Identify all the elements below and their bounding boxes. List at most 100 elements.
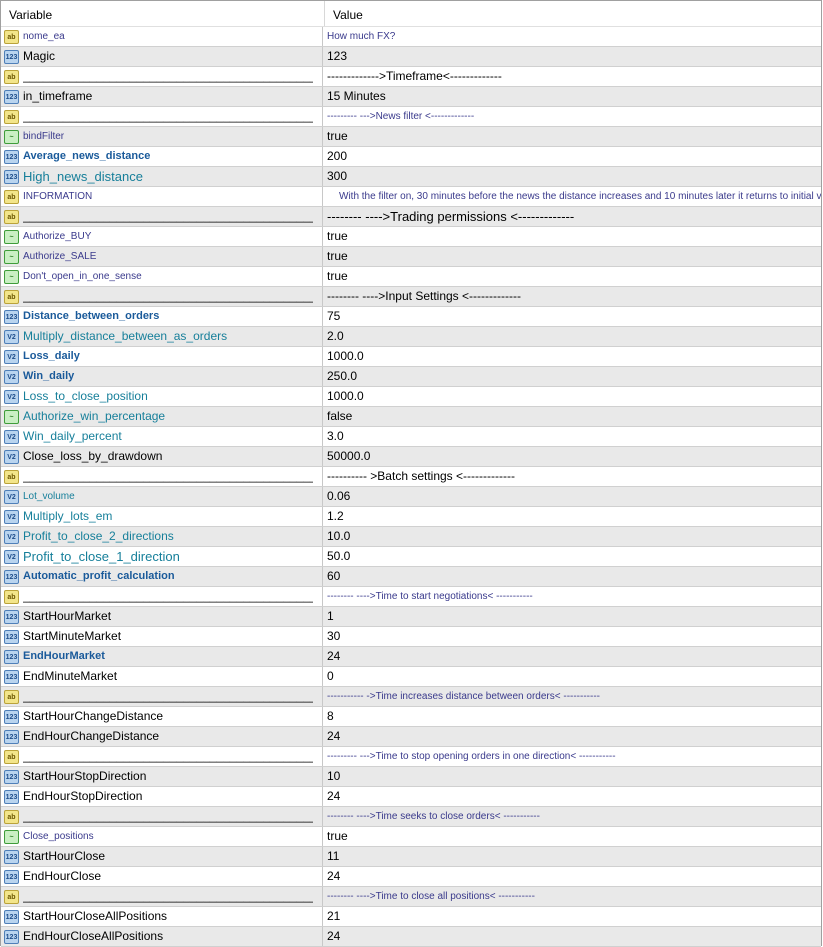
table-row[interactable]: 123 EndHourStopDirection 24 [1,787,821,807]
table-row[interactable]: 123 StartHourStopDirection 10 [1,767,821,787]
value-cell[interactable]: true [323,127,821,146]
value-cell[interactable]: 50000.0 [323,447,821,466]
table-row[interactable]: ab ______________________________________… [1,887,821,907]
value-cell[interactable]: How much FX? [323,27,821,46]
value-cell[interactable]: 200 [323,147,821,166]
value-cell[interactable]: 8 [323,707,821,726]
table-row[interactable]: 123 StartHourMarket 1 [1,607,821,627]
value-cell[interactable]: 75 [323,307,821,326]
value-cell[interactable]: With the filter on, 30 minutes before th… [323,187,821,206]
value-cell[interactable]: 24 [323,647,821,666]
table-row[interactable]: 123 EndHourMarket 24 [1,647,821,667]
value-cell[interactable]: 123 [323,47,821,66]
value-cell[interactable]: -------- ---->Time to close all position… [323,887,821,906]
value-cell[interactable]: 3.0 [323,427,821,446]
value-cell[interactable]: 1000.0 [323,347,821,366]
value-cell[interactable]: ----------- ->Time increases distance be… [323,687,821,706]
value-cell[interactable]: 1000.0 [323,387,821,406]
value-cell[interactable]: -------- ---->Time seeks to close orders… [323,807,821,826]
table-row[interactable]: V2 Profit_to_close_1_direction 50.0 [1,547,821,567]
value-cell[interactable]: true [323,227,821,246]
table-row[interactable]: 123 Distance_between_orders 75 [1,307,821,327]
table-row[interactable]: 123 EndHourChangeDistance 24 [1,727,821,747]
table-row[interactable]: ab ______________________________________… [1,807,821,827]
table-row[interactable]: ab ______________________________________… [1,587,821,607]
value-cell[interactable]: -------- ---->Time to start negotiations… [323,587,821,606]
value-cell[interactable]: 15 Minutes [323,87,821,106]
table-row[interactable]: ab ______________________________________… [1,467,821,487]
table-row[interactable]: ab INFORMATION With the filter on, 30 minu… [1,187,821,207]
value-cell[interactable]: 250.0 [323,367,821,386]
table-row[interactable]: V2 Loss_to_close_position 1000.0 [1,387,821,407]
table-row[interactable]: ~ Authorize_SALE true [1,247,821,267]
table-row[interactable]: 123 High_news_distance 300 [1,167,821,187]
value-cell[interactable]: 2.0 [323,327,821,346]
table-row[interactable]: ~ Don't_open_in_one_sense true [1,267,821,287]
table-row[interactable]: V2 Win_daily_percent 3.0 [1,427,821,447]
table-row[interactable]: V2 Win_daily 250.0 [1,367,821,387]
value-cell[interactable]: true [323,827,821,846]
table-row[interactable]: V2 Lot_volume 0.06 [1,487,821,507]
value-cell[interactable]: 0.06 [323,487,821,506]
value-cell[interactable]: 24 [323,787,821,806]
table-row[interactable]: 123 StartHourClose 11 [1,847,821,867]
value-cell[interactable]: 24 [323,927,821,946]
value-cell[interactable]: 10.0 [323,527,821,546]
variable-cell: 123 High_news_distance [1,167,323,186]
separator-name: ________________________________________… [23,589,313,603]
value-cell[interactable]: --------- --->Time to stop opening order… [323,747,821,766]
table-row[interactable]: V2 Profit_to_close_2_directions 10.0 [1,527,821,547]
table-row[interactable]: ab ______________________________________… [1,67,821,87]
value-cell[interactable]: 1 [323,607,821,626]
value-cell[interactable]: ---------- >Batch settings <------------… [323,467,821,486]
value-cell[interactable]: 60 [323,567,821,586]
table-row[interactable]: 123 Automatic_profit_calculation 60 [1,567,821,587]
table-row[interactable]: V2 Multiply_lots_em 1.2 [1,507,821,527]
value-cell[interactable]: false [323,407,821,426]
value-cell[interactable]: 10 [323,767,821,786]
variable-cell: ab ______________________________________… [1,807,323,826]
table-row[interactable]: ab ______________________________________… [1,687,821,707]
value-cell[interactable]: 24 [323,867,821,886]
value-cell[interactable]: -------- ---->Input Settings <----------… [323,287,821,306]
int-type-icon: 123 [4,709,19,724]
column-header-value[interactable]: Value [325,1,363,26]
table-row[interactable]: 123 StartHourChangeDistance 8 [1,707,821,727]
table-row[interactable]: 123 Average_news_distance 200 [1,147,821,167]
table-row[interactable]: 123 StartHourCloseAllPositions 21 [1,907,821,927]
table-row[interactable]: ~ Close_positions true [1,827,821,847]
value-cell[interactable]: --------- --->News filter <------------- [323,107,821,126]
table-row[interactable]: 123 Magic 123 [1,47,821,67]
column-header-variable[interactable]: Variable [1,1,325,26]
table-row[interactable]: ~ bindFilter true [1,127,821,147]
value-cell[interactable]: 1.2 [323,507,821,526]
value-cell[interactable]: 30 [323,627,821,646]
int-type-icon: 123 [4,309,19,324]
table-row[interactable]: ab nome_ea How much FX? [1,27,821,47]
table-row[interactable]: V2 Loss_daily 1000.0 [1,347,821,367]
table-row[interactable]: 123 EndHourCloseAllPositions 24 [1,927,821,947]
value-cell[interactable]: -------- ---->Trading permissions <-----… [323,207,821,226]
value-cell[interactable]: 24 [323,727,821,746]
table-row[interactable]: V2 Multiply_distance_between_as_orders 2.0 [1,327,821,347]
table-row[interactable]: ab ______________________________________… [1,107,821,127]
table-row[interactable]: 123 StartMinuteMarket 30 [1,627,821,647]
value-cell[interactable]: 21 [323,907,821,926]
table-row[interactable]: 123 in_timeframe 15 Minutes [1,87,821,107]
table-row[interactable]: ab ______________________________________… [1,747,821,767]
table-row[interactable]: ~ Authorize_win_percentage false [1,407,821,427]
table-row[interactable]: ab ______________________________________… [1,287,821,307]
value-cell[interactable]: 0 [323,667,821,686]
table-row[interactable]: ~ Authorize_BUY true [1,227,821,247]
table-row[interactable]: V2 Close_loss_by_drawdown 50000.0 [1,447,821,467]
table-row[interactable]: 123 EndHourClose 24 [1,867,821,887]
variable-name: Profit_to_close_1_direction [23,549,180,564]
value-cell[interactable]: 300 [323,167,821,186]
table-row[interactable]: 123 EndMinuteMarket 0 [1,667,821,687]
value-cell[interactable]: true [323,247,821,266]
table-row[interactable]: ab ______________________________________… [1,207,821,227]
value-cell[interactable]: 11 [323,847,821,866]
value-cell[interactable]: ------------->Timeframe<------------- [323,67,821,86]
value-cell[interactable]: true [323,267,821,286]
value-cell[interactable]: 50.0 [323,547,821,566]
